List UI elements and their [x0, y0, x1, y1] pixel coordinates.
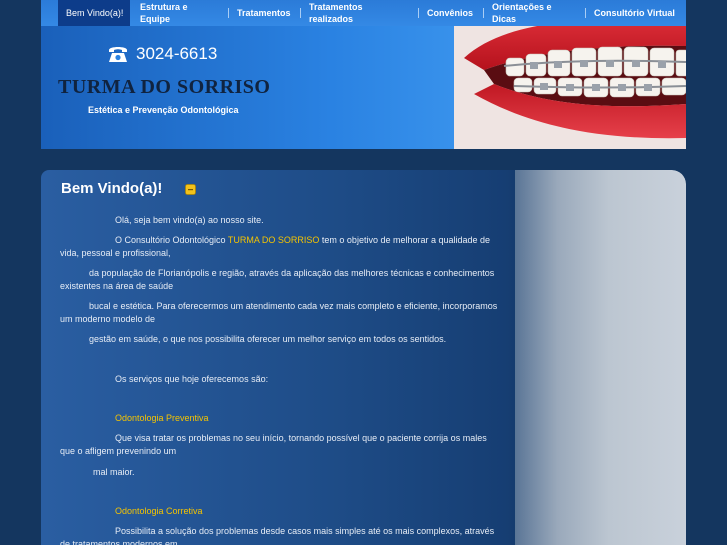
- smiley-icon: [185, 184, 196, 195]
- intro-paragraph: O Consultório Odontológico TURMA DO SORR…: [60, 234, 502, 260]
- nav-separator: [585, 8, 586, 18]
- service-corrective-text: Possibilita a solução dos problemas desd…: [60, 526, 495, 545]
- nav-item-orientacoes-dicas[interactable]: Orientações e Dicas: [492, 0, 558, 26]
- service-preventive-title: Odontologia Preventiva: [115, 413, 209, 423]
- service-preventive-text-end: mal maior.: [93, 467, 135, 477]
- paragraph-oral-aesthetic: bucal e estética. Para oferecermos um at…: [60, 301, 498, 324]
- intro-brand-highlight: TURMA DO SORRISO: [227, 235, 320, 245]
- nav-separator: [483, 8, 484, 18]
- brand-name: TURMA DO SORRISO: [58, 76, 271, 98]
- page-title: Bem Vindo(a)!: [61, 180, 163, 197]
- intro-text-start: O Consultório Odontológico: [115, 235, 228, 245]
- nav-separator: [418, 8, 419, 18]
- paragraph-population: da população de Florianópolis e região, …: [60, 268, 495, 291]
- nav-separator: [300, 8, 301, 18]
- main-nav: Bem Vindo(a)! Estrutura e Equipe Tratame…: [41, 0, 686, 26]
- site-header: Bem Vindo(a)! Estrutura e Equipe Tratame…: [41, 0, 686, 149]
- tagline: Estética e Prevenção Odontológica: [88, 105, 239, 115]
- nav-item-consultorio-virtual[interactable]: Consultório Virtual: [594, 0, 675, 26]
- page-wrapper: Bem Vindo(a)! Estrutura e Equipe Tratame…: [41, 0, 686, 545]
- content-panel: Bem Vindo(a)! Olá, seja bem vindo(a) ao …: [41, 170, 686, 545]
- service-preventive-text: Que visa tratar os problemas no seu iníc…: [60, 433, 487, 456]
- nav-item-estrutura-equipe[interactable]: Estrutura e Equipe: [140, 0, 210, 26]
- telephone-icon: [109, 47, 127, 62]
- right-column: [515, 170, 686, 545]
- phone-number: 3024-6613: [136, 44, 218, 63]
- nav-separator: [228, 8, 229, 18]
- greeting-text: Olá, seja bem vindo(a) ao nosso site.: [115, 215, 264, 225]
- nav-item-bem-vindo[interactable]: Bem Vindo(a)!: [58, 0, 130, 26]
- nav-item-tratamentos-realizados[interactable]: Tratamentos realizados: [309, 0, 385, 26]
- service-corrective-title: Odontologia Corretiva: [115, 506, 203, 516]
- nav-item-convenios[interactable]: Convênios: [427, 0, 473, 26]
- paragraph-management: gestão em saúde, o que nos possibilita o…: [89, 334, 447, 344]
- services-intro: Os serviços que hoje oferecemos são:: [115, 374, 269, 384]
- nav-item-tratamentos[interactable]: Tratamentos: [237, 0, 291, 26]
